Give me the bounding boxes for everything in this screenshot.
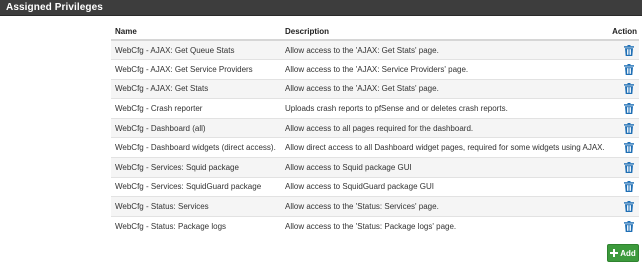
- table-row: WebCfg - AJAX: Get Stats Allow access to …: [111, 78, 639, 99]
- privilege-description: Uploads crash reports to pfSense and or …: [281, 98, 607, 119]
- privilege-description: Allow access to the 'AJAX: Get Stats' pa…: [281, 78, 607, 99]
- trash-icon[interactable]: [624, 142, 634, 154]
- column-header-action: Action: [607, 20, 639, 41]
- table-row: WebCfg - Status: Services Allow access to…: [111, 196, 639, 217]
- trash-icon[interactable]: [624, 220, 634, 232]
- table-row: WebCfg - Dashboard widgets (direct acces…: [111, 137, 639, 158]
- row-action-cell: [607, 117, 639, 138]
- privilege-name: WebCfg - AJAX: Get Queue Stats: [111, 39, 281, 60]
- trash-icon[interactable]: [624, 103, 634, 115]
- trash-icon[interactable]: [624, 122, 634, 134]
- trash-icon[interactable]: [624, 63, 634, 75]
- privilege-description: Allow access to Squid package GUI: [281, 157, 607, 178]
- row-action-cell: [607, 59, 639, 80]
- table-row: WebCfg - Status: Package logs Allow acces…: [111, 215, 639, 236]
- table-row: WebCfg - Services: Squid package Allow ac…: [111, 157, 639, 178]
- row-action-cell: [607, 78, 639, 99]
- row-action-cell: [607, 176, 639, 197]
- column-header-description: Description: [281, 20, 607, 41]
- table-row: WebCfg - Dashboard (all) Allow access to …: [111, 117, 639, 138]
- privileges-table: Name Description Action WebCfg - AJAX: G…: [111, 20, 639, 236]
- row-action-cell: [607, 215, 639, 236]
- add-button[interactable]: Add: [607, 244, 639, 262]
- trash-icon[interactable]: [624, 44, 634, 56]
- panel-title: Assigned Privileges: [6, 2, 103, 13]
- table-body: WebCfg - AJAX: Get Queue Stats Allow acce…: [111, 39, 639, 236]
- trash-icon[interactable]: [624, 201, 634, 213]
- privilege-name: WebCfg - Services: SquidGuard package: [111, 176, 281, 197]
- panel-heading: Assigned Privileges: [0, 0, 642, 16]
- privilege-name: WebCfg - Dashboard widgets (direct acces…: [111, 137, 281, 158]
- trash-icon[interactable]: [624, 181, 634, 193]
- privilege-name: WebCfg - Status: Package logs: [111, 215, 281, 236]
- row-action-cell: [607, 39, 639, 60]
- privilege-description: Allow access to the 'AJAX: Get Stats' pa…: [281, 39, 607, 60]
- privilege-name: WebCfg - AJAX: Get Service Providers: [111, 59, 281, 80]
- privilege-name: WebCfg - Services: Squid package: [111, 157, 281, 178]
- privilege-description: Allow access to the 'Status: Services' p…: [281, 196, 607, 217]
- privilege-name: WebCfg - Dashboard (all): [111, 117, 281, 138]
- privilege-description: Allow access to SquidGuard package GUI: [281, 176, 607, 197]
- plus-icon: [610, 249, 619, 257]
- privilege-description: Allow direct access to all Dashboard wid…: [281, 137, 607, 158]
- privilege-description: Allow access to the 'AJAX: Service Provi…: [281, 59, 607, 80]
- privilege-description: Allow access to all pages required for t…: [281, 117, 607, 138]
- trash-icon[interactable]: [624, 83, 634, 95]
- privilege-description: Allow access to the 'Status: Package log…: [281, 215, 607, 236]
- privilege-name: WebCfg - AJAX: Get Stats: [111, 78, 281, 99]
- add-button-label: Add: [620, 248, 636, 258]
- privilege-name: WebCfg - Status: Services: [111, 196, 281, 217]
- table-row: WebCfg - AJAX: Get Service Providers Allo…: [111, 59, 639, 80]
- privileges-table-container: Name Description Action WebCfg - AJAX: G…: [111, 20, 639, 236]
- row-action-cell: [607, 157, 639, 178]
- table-row: WebCfg - AJAX: Get Queue Stats Allow acce…: [111, 39, 639, 60]
- table-header-row: Name Description Action: [111, 20, 639, 41]
- privilege-name: WebCfg - Crash reporter: [111, 98, 281, 119]
- trash-icon[interactable]: [624, 161, 634, 173]
- row-action-cell: [607, 196, 639, 217]
- row-action-cell: [607, 98, 639, 119]
- table-row: WebCfg - Services: SquidGuard package All…: [111, 176, 639, 197]
- table-row: WebCfg - Crash reporter Uploads crash rep…: [111, 98, 639, 119]
- row-action-cell: [607, 137, 639, 158]
- column-header-name: Name: [111, 20, 281, 41]
